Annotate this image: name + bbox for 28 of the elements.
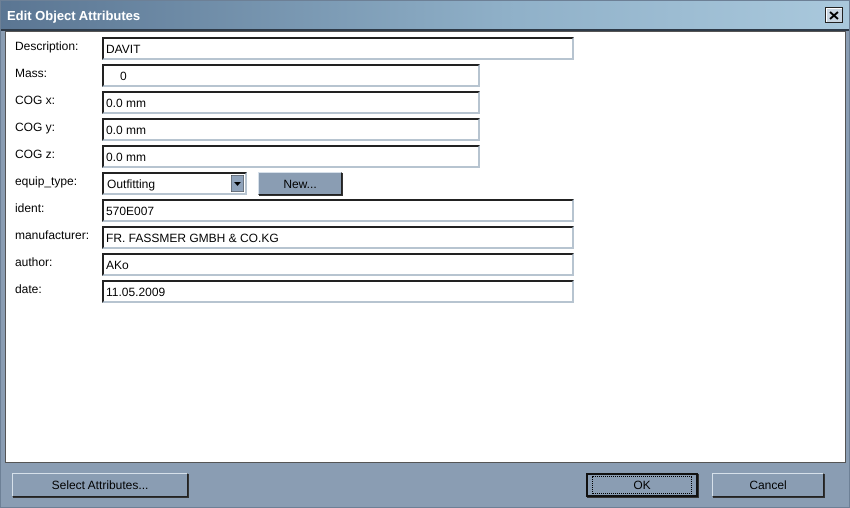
dialog-button[interactable]: Select Attributes... [12,473,188,497]
number-field[interactable]: 0.0 mm [102,118,480,141]
new-button[interactable]: New... [258,172,342,195]
field-label: equip_type: [15,173,78,188]
field-label: ident: [15,200,46,215]
text-field[interactable]: FR. FASSMER GMBH & CO.KG [102,226,574,249]
field-label: author: [15,254,54,269]
number-field[interactable]: 0 [102,64,480,87]
dropdown-arrow-icon [231,175,244,192]
close-button[interactable] [825,7,843,23]
window-title: Edit Object Attributes [7,8,140,22]
text-field[interactable]: 570E007 [102,199,574,222]
dropdown[interactable]: Outfitting [102,172,247,195]
text-field[interactable]: AKo [102,253,574,276]
number-field[interactable]: 0.0 mm [102,91,480,114]
text-field[interactable]: 11.05.2009 [102,280,574,303]
field-label: COG z: [15,146,56,161]
number-field[interactable]: 0.0 mm [102,145,480,168]
field-label: Description: [15,38,80,53]
field-label: COG x: [15,92,56,107]
field-label: manufacturer: [15,227,90,242]
field-label: Mass: [15,65,48,80]
close-icon [829,10,839,20]
dialog-button[interactable]: Cancel [712,473,824,497]
field-label: date: [15,281,43,296]
dialog-button[interactable]: OK [586,473,698,497]
field-label: COG y: [15,119,56,134]
text-field[interactable]: DAVIT [102,37,574,60]
